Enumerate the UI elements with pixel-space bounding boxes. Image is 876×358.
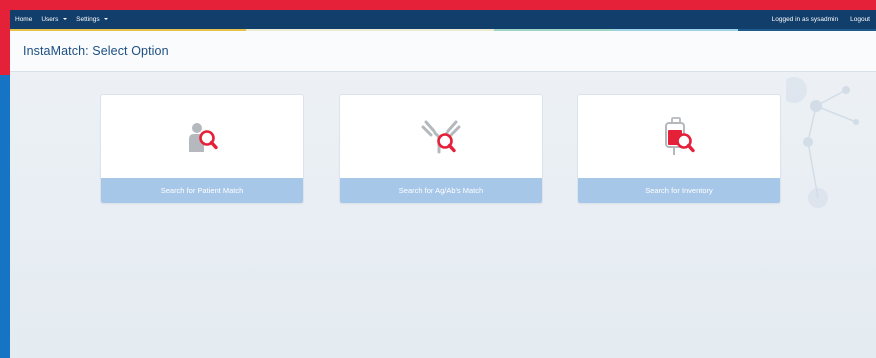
page-header: InstaMatch: Select Option xyxy=(10,31,876,72)
caret-down-icon xyxy=(63,18,68,21)
nav-right: Logged in as sysadmin Logout xyxy=(772,16,870,23)
nav-settings-label: Settings xyxy=(76,16,100,23)
nav-left: Home Users Settings xyxy=(15,16,109,23)
left-accent-band xyxy=(0,0,10,358)
card-icon-area xyxy=(101,95,303,178)
stripe-segment xyxy=(738,29,876,31)
card-label: Search for Ag/Ab's Match xyxy=(340,178,542,203)
logged-in-status: Logged in as sysadmin xyxy=(771,16,839,23)
card-label: Search for Patient Match xyxy=(101,178,303,203)
nav-users-dropdown[interactable]: Users xyxy=(41,16,68,23)
inventory-card[interactable]: Search for Inventory xyxy=(578,95,780,203)
patient-search-icon xyxy=(189,122,218,152)
stripe-segment xyxy=(614,29,738,31)
nav-settings-dropdown[interactable]: Settings xyxy=(76,16,109,23)
patient-match-card[interactable]: Search for Patient Match xyxy=(101,95,303,203)
color-stripe xyxy=(10,29,876,31)
stripe-segment xyxy=(246,29,494,31)
antibody-search-icon xyxy=(421,120,461,153)
top-navbar: Home Users Settings Logged in as sysadmi… xyxy=(10,10,876,29)
molecule-decoration xyxy=(786,77,859,208)
logout-link[interactable]: Logout xyxy=(850,16,870,23)
nav-users-label: Users xyxy=(41,16,59,23)
top-accent-band xyxy=(0,0,876,10)
app-window: Home Users Settings Logged in as sysadmi… xyxy=(10,10,876,358)
card-label: Search for Inventory xyxy=(578,178,780,203)
card-icon-area xyxy=(578,95,780,178)
blood-bag-search-icon xyxy=(665,116,695,155)
page-title: InstaMatch: Select Option xyxy=(23,44,169,58)
stripe-segment xyxy=(10,29,246,31)
caret-down-icon xyxy=(104,18,109,21)
stripe-segment xyxy=(494,29,614,31)
nav-home[interactable]: Home xyxy=(15,16,32,23)
ag-ab-match-card[interactable]: Search for Ag/Ab's Match xyxy=(340,95,542,203)
card-icon-area xyxy=(340,95,542,178)
